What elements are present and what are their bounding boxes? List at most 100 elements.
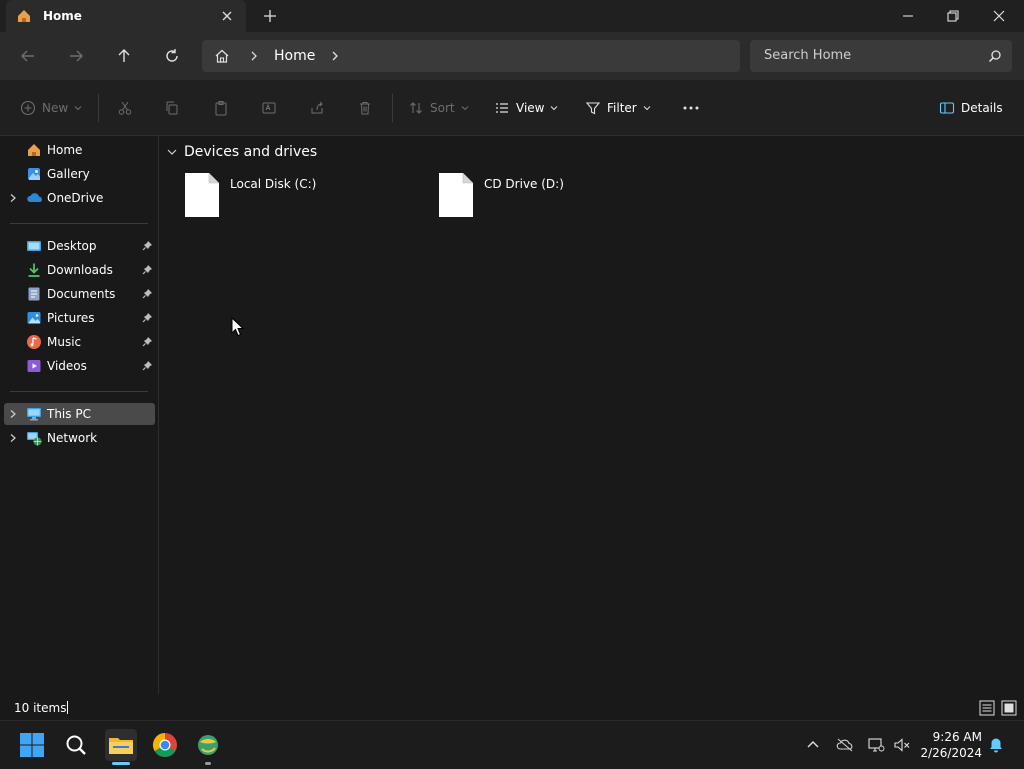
desktop-icon	[26, 238, 42, 254]
sidebar-item-desktop[interactable]: Desktop	[4, 235, 155, 257]
restore-icon[interactable]	[945, 8, 961, 24]
toolbar-separator	[392, 94, 393, 122]
navigation-pane: Home Gallery OneDrive Desktop Downloads	[0, 136, 159, 694]
more-options-icon[interactable]	[682, 97, 700, 119]
search-icon[interactable]	[988, 49, 1002, 63]
new-plus-icon	[20, 100, 36, 116]
status-divider	[67, 701, 68, 714]
drive-label: Local Disk (C:)	[230, 177, 317, 191]
sidebar-item-onedrive[interactable]: OneDrive	[4, 187, 155, 209]
sidebar-item-music[interactable]: Music	[4, 331, 155, 353]
pin-icon[interactable]	[142, 288, 153, 299]
details-view-icon[interactable]	[979, 700, 995, 716]
drive-item-cd-drive-d[interactable]: CD Drive (D:)	[438, 172, 668, 220]
sidebar-item-videos[interactable]: Videos	[4, 355, 155, 377]
chevron-right-icon[interactable]	[8, 193, 18, 203]
group-header-devices-and-drives[interactable]: Devices and drives	[166, 144, 317, 160]
home-outline-icon[interactable]	[214, 48, 230, 64]
pin-icon[interactable]	[142, 336, 153, 347]
file-drive-icon	[438, 172, 474, 218]
sidebar-item-label: Home	[47, 143, 83, 157]
navigation-bar: Home Search Home	[0, 32, 1024, 80]
copy-icon[interactable]	[164, 97, 180, 119]
tab-home[interactable]: Home	[6, 0, 246, 32]
forward-arrow-icon[interactable]	[66, 46, 86, 66]
title-bar: Home	[0, 0, 1024, 32]
sidebar-item-home[interactable]: Home	[4, 139, 155, 161]
sidebar-item-label: Music	[47, 335, 82, 349]
view-label: View	[516, 101, 545, 115]
home-icon	[16, 8, 32, 24]
taskbar-clock[interactable]: 9:26 AM 2/26/2024	[920, 729, 982, 761]
up-arrow-icon[interactable]	[114, 46, 134, 66]
documents-icon	[26, 286, 42, 302]
delete-icon[interactable]	[357, 97, 373, 119]
chevron-down-icon	[74, 104, 82, 112]
show-hidden-icons-chevron-up-icon[interactable]	[806, 738, 820, 752]
app-globe-icon[interactable]	[192, 729, 224, 761]
back-arrow-icon[interactable]	[18, 46, 38, 66]
chevron-down-icon[interactable]	[166, 146, 178, 158]
sidebar-item-label: Network	[47, 431, 98, 445]
chevron-down-icon	[643, 104, 651, 112]
music-icon	[26, 334, 42, 350]
cut-icon[interactable]	[117, 97, 133, 119]
chevron-right-icon[interactable]	[8, 433, 18, 443]
sidebar-item-downloads[interactable]: Downloads	[4, 259, 155, 281]
address-bar[interactable]: Home	[202, 40, 740, 72]
onedrive-offline-icon[interactable]	[836, 737, 854, 753]
filter-label: Filter	[607, 101, 637, 115]
sidebar-item-pictures[interactable]: Pictures	[4, 307, 155, 329]
sidebar-item-label: Pictures	[47, 311, 95, 325]
toolbar-separator	[98, 94, 99, 122]
pin-icon[interactable]	[142, 240, 153, 251]
group-title: Devices and drives	[184, 144, 318, 160]
breadcrumb-home[interactable]: Home	[274, 48, 315, 64]
chevron-right-icon[interactable]	[248, 50, 260, 62]
pin-icon[interactable]	[142, 312, 153, 323]
large-icons-view-icon[interactable]	[1001, 700, 1017, 716]
file-explorer-icon[interactable]	[105, 729, 137, 761]
mouse-cursor-icon	[231, 317, 245, 337]
rename-icon[interactable]	[261, 97, 277, 119]
this-pc-icon	[26, 406, 42, 422]
close-tab-icon[interactable]	[220, 9, 234, 23]
network-status-icon[interactable]	[867, 736, 885, 754]
sidebar-item-network[interactable]: Network	[4, 427, 155, 449]
taskbar: 9:26 AM 2/26/2024	[0, 720, 1024, 769]
sidebar-item-documents[interactable]: Documents	[4, 283, 155, 305]
search-input[interactable]: Search Home	[750, 40, 1012, 72]
sidebar-item-gallery[interactable]: Gallery	[4, 163, 155, 185]
view-button[interactable]: View	[494, 97, 558, 119]
notification-bell-icon[interactable]	[988, 737, 1004, 753]
item-count: 10 items	[14, 701, 67, 715]
details-button[interactable]: Details	[939, 97, 1003, 119]
volume-muted-icon[interactable]	[893, 736, 911, 754]
chevron-right-icon[interactable]	[8, 409, 18, 419]
sort-button[interactable]: Sort	[408, 97, 469, 119]
pin-icon[interactable]	[142, 264, 153, 275]
sidebar-item-label: Documents	[47, 287, 116, 301]
chevron-right-icon[interactable]	[329, 50, 341, 62]
running-app-indicator	[205, 762, 211, 765]
taskbar-search-icon[interactable]	[60, 729, 92, 761]
drive-item-local-disk-c[interactable]: Local Disk (C:)	[184, 172, 414, 220]
refresh-icon[interactable]	[162, 46, 182, 66]
videos-icon	[26, 358, 42, 374]
chrome-icon[interactable]	[149, 729, 181, 761]
minimize-icon[interactable]	[900, 8, 916, 24]
home-icon	[26, 142, 42, 158]
new-tab-icon[interactable]	[262, 8, 278, 24]
start-windows-icon[interactable]	[16, 729, 48, 761]
filter-button[interactable]: Filter	[585, 97, 651, 119]
pin-icon[interactable]	[142, 360, 153, 371]
details-pane-icon	[939, 100, 955, 116]
downloads-icon	[26, 262, 42, 278]
paste-icon[interactable]	[213, 97, 229, 119]
close-window-icon[interactable]	[991, 8, 1007, 24]
tab-title: Home	[43, 9, 82, 23]
sidebar-item-this-pc[interactable]: This PC	[4, 403, 155, 425]
share-icon[interactable]	[309, 97, 325, 119]
command-bar: New Sort View Filter Details	[0, 80, 1024, 136]
new-button[interactable]: New	[20, 97, 82, 119]
